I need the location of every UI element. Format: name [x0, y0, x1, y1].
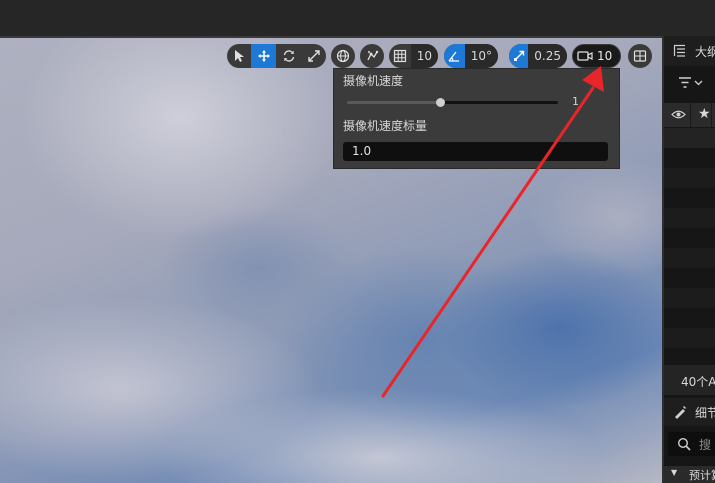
column-divider: [711, 103, 712, 127]
search-icon: [677, 437, 691, 451]
cursor-icon: [233, 49, 245, 63]
world-local-toggle[interactable]: [331, 44, 355, 68]
camera-speed-button[interactable]: 10: [572, 44, 621, 68]
camera-speed-value: 10: [597, 49, 613, 63]
move-icon: [257, 49, 271, 63]
star-icon[interactable]: ★: [698, 106, 711, 122]
right-panel: 大纲 ★ 40个A 细节 搜 ▼ 预计算: [664, 36, 715, 483]
scale-snap-value[interactable]: 0.25: [528, 44, 567, 68]
outliner-column-header: ★: [664, 103, 715, 127]
details-icon: [673, 405, 687, 419]
grid-snap-group: 10: [389, 44, 438, 68]
surface-snap-toggle[interactable]: [360, 44, 384, 68]
filter-icon[interactable]: [678, 76, 704, 90]
rotation-snap-button[interactable]: [444, 44, 465, 68]
outliner-tab-icon: [673, 44, 686, 57]
rotate-tool-button[interactable]: [276, 44, 301, 68]
details-title[interactable]: 细节: [695, 404, 715, 421]
details-search-input[interactable]: 搜: [668, 432, 715, 456]
grid-snap-value[interactable]: 10: [410, 44, 438, 68]
outliner-title[interactable]: 大纲: [695, 43, 715, 60]
camera-icon: [573, 45, 597, 67]
viewport-layout-button[interactable]: [628, 44, 652, 68]
slider-fill: [347, 101, 440, 104]
list-item[interactable]: [664, 128, 715, 148]
scale-snap-group: 0.25: [509, 44, 567, 68]
grid-icon: [393, 49, 407, 63]
rotate-icon: [282, 49, 296, 63]
top-bar: [0, 0, 715, 36]
chevron-down-icon: ▼: [671, 468, 678, 477]
scale-icon: [307, 49, 321, 63]
column-divider: [690, 103, 691, 127]
surface-snap-icon: [360, 44, 384, 68]
list-item[interactable]: [664, 288, 715, 308]
camera-speed-scalar-label: 摄像机速度标量: [343, 119, 428, 133]
filter-row: [664, 72, 715, 94]
transform-tools: [227, 44, 326, 68]
list-item[interactable]: [664, 168, 715, 188]
layout-icon: [628, 44, 652, 68]
list-item[interactable]: [664, 248, 715, 268]
list-item[interactable]: [664, 328, 715, 348]
section-header[interactable]: ▼ 预计算: [664, 466, 715, 483]
camera-speed-popup: 摄像机速度 1 摄像机速度标量 1.0: [333, 68, 620, 169]
actor-count-bar: 40个A: [664, 365, 715, 395]
camera-speed-slider[interactable]: [347, 98, 558, 107]
scale-tool-button[interactable]: [301, 44, 326, 68]
outliner-header: 大纲: [664, 36, 715, 66]
eye-icon[interactable]: [671, 109, 686, 120]
scale-snap-button[interactable]: [509, 44, 529, 68]
camera-speed-slider-value: 1: [572, 95, 579, 108]
rotation-snap-value[interactable]: 10°: [464, 44, 498, 68]
select-tool-button[interactable]: [227, 44, 251, 68]
move-tool-button[interactable]: [251, 44, 276, 68]
actor-count: 40个A: [681, 375, 715, 389]
grid-snap-button[interactable]: [389, 44, 411, 68]
globe-icon: [331, 44, 355, 68]
section-label: 预计算: [689, 469, 715, 482]
search-placeholder: 搜: [699, 438, 712, 452]
camera-speed-scalar-input[interactable]: 1.0: [343, 142, 608, 161]
list-item[interactable]: [664, 208, 715, 228]
slider-thumb[interactable]: [435, 98, 445, 107]
details-header: 细节: [664, 398, 715, 426]
rotation-snap-group: 10°: [444, 44, 498, 68]
scale-snap-icon: [512, 49, 526, 63]
camera-speed-label: 摄像机速度: [343, 74, 404, 88]
angle-icon: [447, 49, 461, 63]
